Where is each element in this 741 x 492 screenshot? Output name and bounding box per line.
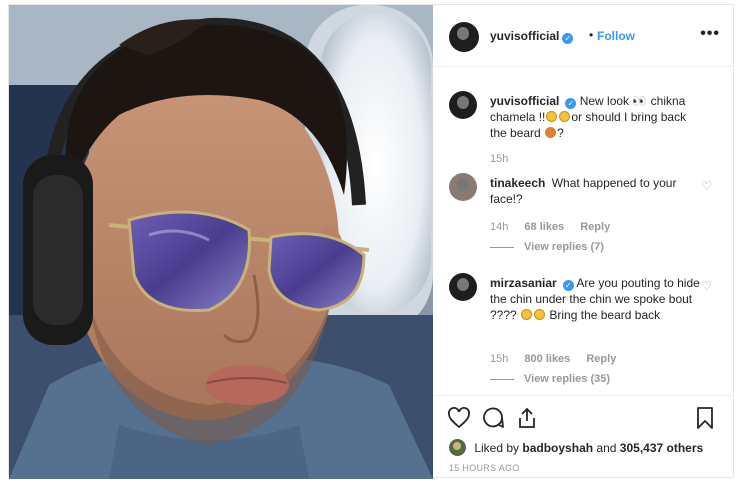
- comment-text: mirzasaniar ✓ Are you pouting to hide the…: [490, 275, 704, 323]
- comment-likes[interactable]: 800 likes: [524, 353, 570, 365]
- view-replies-button[interactable]: View replies (35): [490, 373, 610, 385]
- avatar[interactable]: [449, 173, 477, 201]
- small-heart-icon[interactable]: ♡: [701, 179, 712, 193]
- liked-by-and: and: [596, 441, 617, 455]
- verified-icon: ✓: [565, 98, 577, 109]
- heart-icon[interactable]: [447, 406, 471, 430]
- avatar[interactable]: [449, 439, 466, 456]
- reply-button[interactable]: Reply: [586, 353, 616, 365]
- comment-likes[interactable]: 68 likes: [524, 221, 564, 233]
- caption-text-part3: ?: [557, 126, 564, 140]
- verified-icon: ✓: [562, 33, 574, 44]
- post-username-link[interactable]: yuvisofficial ✓: [490, 29, 574, 44]
- view-replies-label: View replies (35): [524, 373, 611, 385]
- avatar[interactable]: [449, 91, 477, 119]
- comment-time[interactable]: 15h: [490, 353, 508, 365]
- thinking-emoji-icon: [545, 127, 557, 138]
- follow-button[interactable]: Follow: [597, 29, 635, 43]
- separator-dot: •: [589, 28, 594, 42]
- liked-by: Liked by badboyshah and 305,437 others: [449, 439, 703, 456]
- post-timestamp[interactable]: 15 HOURS AGO: [449, 463, 520, 473]
- grin-emoji-icon: [521, 309, 533, 320]
- comment-username[interactable]: tinakeech: [490, 176, 545, 190]
- post-side-panel: yuvisofficial ✓ • Follow ••• yuvisofficia…: [433, 5, 734, 479]
- bookmark-icon[interactable]: [693, 406, 717, 430]
- caption-username[interactable]: yuvisofficial: [490, 94, 559, 108]
- comment-meta: 15h 800 likes Reply: [490, 353, 629, 365]
- comment-meta: 14h 68 likes Reply: [490, 221, 623, 233]
- liked-by-user[interactable]: badboyshah: [522, 441, 593, 455]
- comment-time[interactable]: 14h: [490, 221, 508, 233]
- small-heart-icon[interactable]: ♡: [701, 279, 712, 293]
- reply-button[interactable]: Reply: [580, 221, 610, 233]
- grin-emoji-icon: [546, 111, 558, 122]
- avatar[interactable]: [449, 22, 479, 52]
- caption-text: yuvisofficial ✓ New look 👀 chikna chamela…: [490, 93, 704, 141]
- comment-text: tinakeech What happened to your face!?: [490, 175, 704, 207]
- divider: [490, 378, 514, 380]
- post-username[interactable]: yuvisofficial: [490, 29, 559, 43]
- share-icon[interactable]: [515, 406, 539, 430]
- verified-icon: ✓: [562, 280, 574, 291]
- comment-body-part2: Bring the beard back: [549, 308, 661, 322]
- divider: [490, 246, 514, 248]
- sweat-smile-emoji-icon: [534, 309, 546, 320]
- selfie-image: [9, 5, 433, 479]
- view-replies-button[interactable]: View replies (7): [490, 241, 604, 253]
- comment-username[interactable]: mirzasaniar: [490, 276, 557, 290]
- post-header: yuvisofficial ✓ • Follow •••: [433, 5, 734, 67]
- liked-by-prefix: Liked by: [474, 441, 520, 455]
- view-replies-label: View replies (7): [524, 241, 604, 253]
- caption-meta: 15h: [490, 153, 521, 165]
- avatar[interactable]: [449, 273, 477, 301]
- more-icon[interactable]: •••: [700, 25, 720, 43]
- comment-icon[interactable]: [481, 406, 505, 430]
- wink-emoji-icon: [559, 111, 571, 122]
- instagram-post-card: yuvisofficial ✓ • Follow ••• yuvisofficia…: [8, 4, 734, 479]
- post-photo[interactable]: [9, 5, 433, 479]
- post-actions: Liked by badboyshah and 305,437 others 1…: [433, 395, 734, 479]
- caption-time[interactable]: 15h: [490, 153, 508, 165]
- liked-by-count[interactable]: 305,437 others: [620, 441, 703, 455]
